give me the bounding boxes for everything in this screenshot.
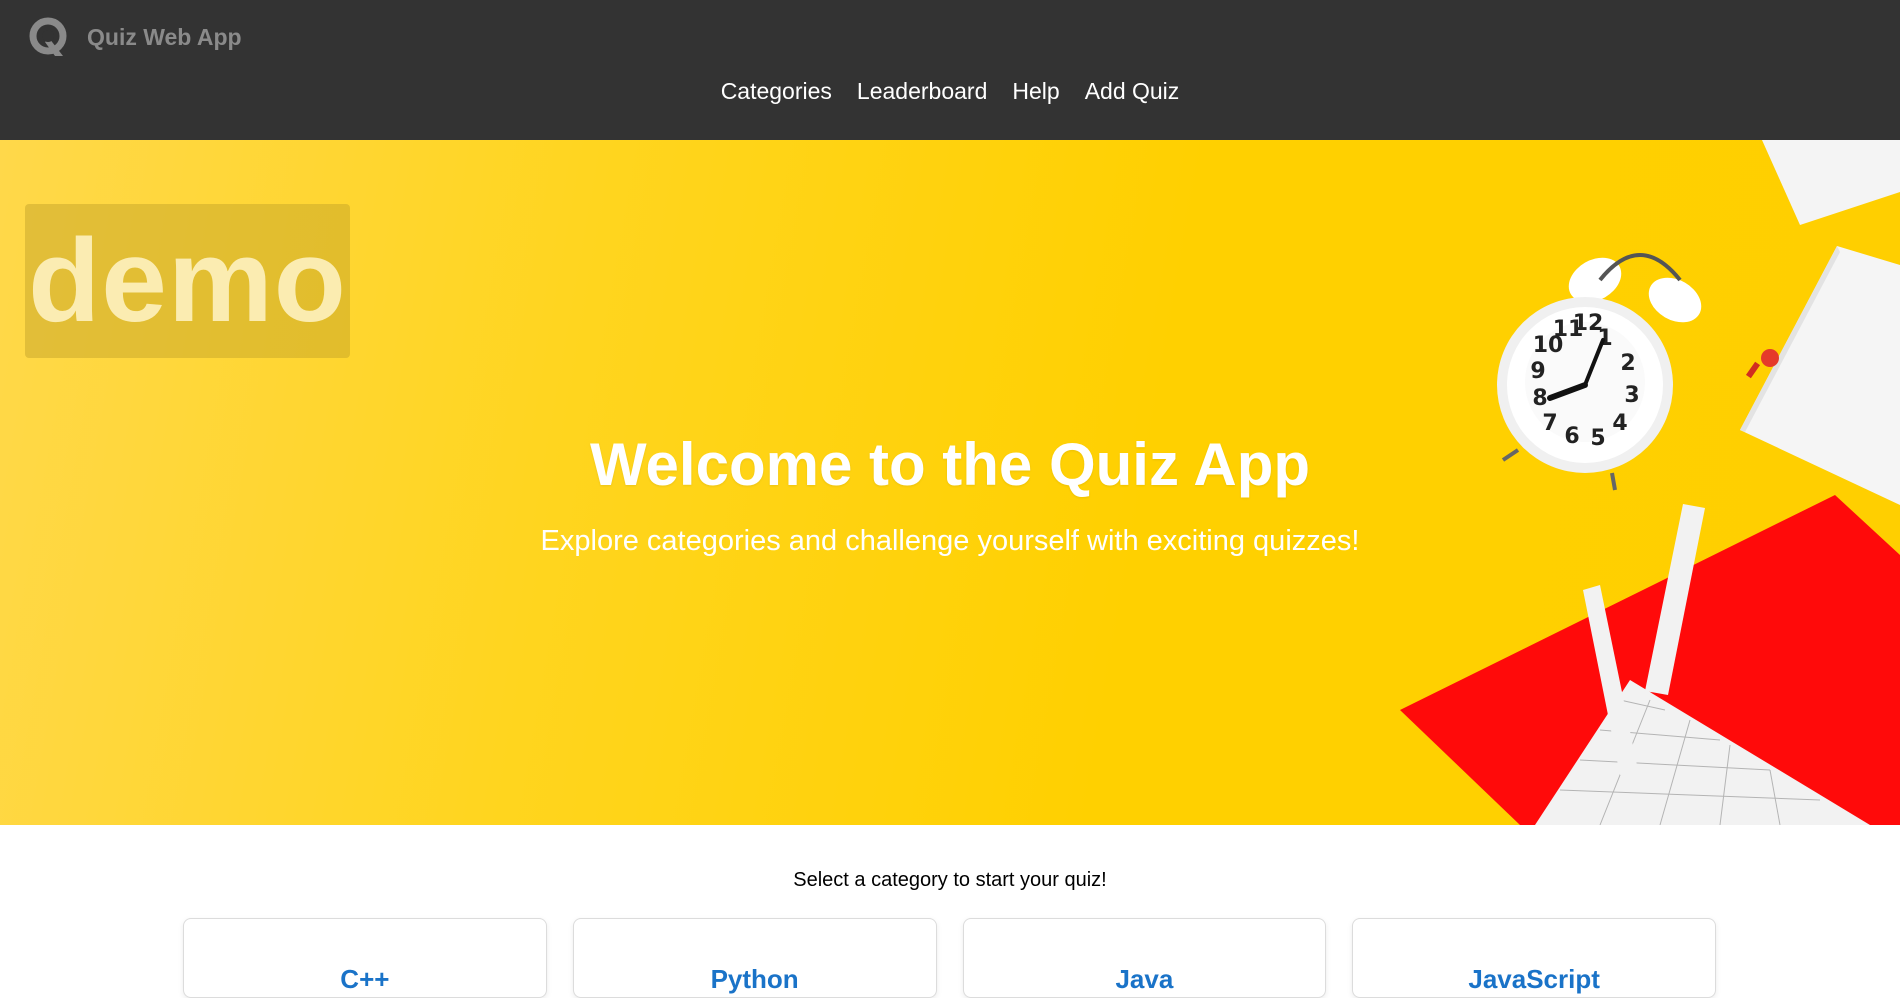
brand-name: Quiz Web App [87, 23, 242, 50]
main-nav: Categories Leaderboard Help Add Quiz [0, 78, 1900, 105]
category-card-python[interactable]: Python [572, 918, 937, 998]
category-card-javascript[interactable]: JavaScript [1352, 918, 1716, 998]
top-navbar: Quiz Web App Categories Leaderboard Help… [0, 0, 1900, 140]
hero-banner: 1 2 3 4 5 6 7 8 9 10 11 12 demo Welcome … [0, 140, 1900, 825]
svg-text:3: 3 [1624, 383, 1639, 408]
nav-categories[interactable]: Categories [721, 78, 832, 105]
nav-help[interactable]: Help [1012, 78, 1059, 105]
demo-badge-text: demo [28, 215, 347, 347]
hero-subtitle: Explore categories and challenge yoursel… [540, 525, 1360, 557]
svg-text:9: 9 [1530, 359, 1545, 384]
category-card-cpp[interactable]: C++ [183, 918, 547, 998]
svg-text:12: 12 [1573, 311, 1604, 336]
category-title[interactable]: C++ [184, 964, 546, 995]
nav-leaderboard[interactable]: Leaderboard [857, 78, 987, 105]
category-intro-text: Select a category to start your quiz! [793, 869, 1107, 891]
category-card-java[interactable]: Java [962, 918, 1327, 998]
paper-note-top [1762, 140, 1900, 225]
category-title[interactable]: JavaScript [1353, 964, 1715, 995]
brand[interactable]: Quiz Web App [29, 16, 242, 58]
category-title[interactable]: Python [574, 964, 936, 995]
category-cards: C++ Python Java JavaScript [183, 918, 1716, 998]
demo-badge: demo [25, 204, 350, 358]
nav-add-quiz[interactable]: Add Quiz [1085, 78, 1180, 105]
quiz-logo-icon [29, 17, 67, 56]
category-title[interactable]: Java [964, 964, 1326, 995]
svg-text:2: 2 [1620, 351, 1635, 376]
svg-text:8: 8 [1532, 386, 1547, 411]
hero-title: Welcome to the Quiz App [589, 431, 1311, 498]
